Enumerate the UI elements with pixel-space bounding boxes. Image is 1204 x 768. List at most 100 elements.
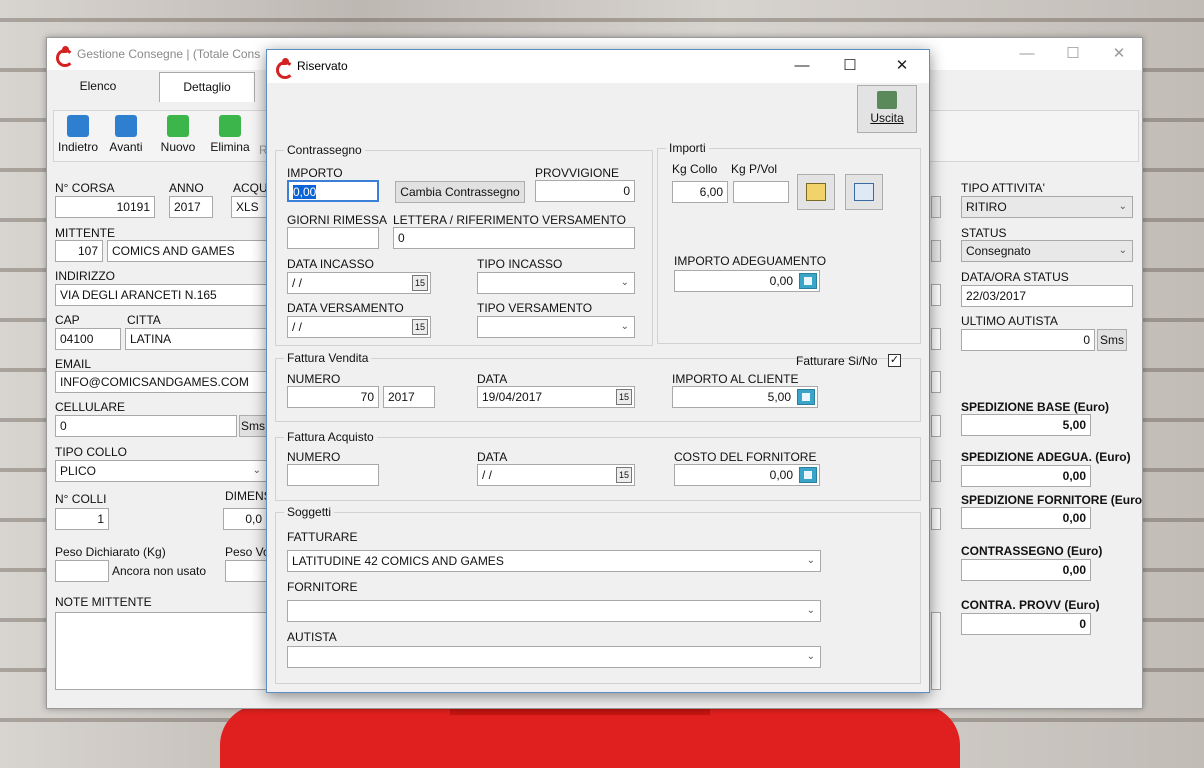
contrassegno-field[interactable]: 0,00 <box>961 559 1091 581</box>
spedizione-base-field[interactable]: 5,00 <box>961 414 1091 436</box>
tipo-collo-label: TIPO COLLO <box>55 445 128 459</box>
calendar-icon[interactable]: 15 <box>616 389 632 405</box>
data-incasso-field[interactable]: / /15 <box>287 272 431 294</box>
data-versamento-field[interactable]: / /15 <box>287 316 431 338</box>
tipo-incasso-select[interactable]: ⌄ <box>477 272 635 294</box>
importo-field[interactable]: 0,00 <box>287 180 379 202</box>
dialog-title: Riservato <box>297 59 348 73</box>
calendar-icon[interactable]: 15 <box>412 275 428 291</box>
dimens-field[interactable]: 0,0 <box>223 508 267 530</box>
spedizione-base-label: SPEDIZIONE BASE (Euro) <box>961 400 1110 414</box>
hidden-combo-edge[interactable] <box>931 196 941 218</box>
anno-field[interactable]: 2017 <box>169 196 213 218</box>
hidden-field-edge[interactable] <box>931 415 941 437</box>
fatturare-checkbox[interactable]: ✓ <box>888 354 901 367</box>
giorni-rimessa-field[interactable] <box>287 227 379 249</box>
maximize-icon[interactable]: ☐ <box>1050 38 1096 70</box>
fv-anno-field[interactable]: 2017 <box>383 386 435 408</box>
ultimo-autista-field[interactable]: 0 <box>961 329 1095 351</box>
data-ora-status-field[interactable]: 22/03/2017 <box>961 285 1133 307</box>
close-icon[interactable]: ✕ <box>1096 38 1142 70</box>
hidden-field-edge[interactable] <box>931 371 941 393</box>
maximize-icon[interactable]: ☐ <box>827 50 873 82</box>
status-select[interactable]: Consegnato ⌄ <box>961 240 1133 262</box>
avanti-button[interactable]: Avanti <box>106 115 146 154</box>
fa-data-label: DATA <box>477 450 508 464</box>
n-colli-field[interactable]: 1 <box>55 508 109 530</box>
spedizione-adeguamento-field[interactable]: 0,00 <box>961 465 1091 487</box>
spedizione-fornitore-field[interactable]: 0,00 <box>961 507 1091 529</box>
calculator-icon[interactable] <box>799 273 817 289</box>
lettera-riferimento-field[interactable]: 0 <box>393 227 635 249</box>
calculator-icon[interactable] <box>797 389 815 405</box>
citta-label: CITTA <box>127 313 161 327</box>
n-corsa-field[interactable]: 10191 <box>55 196 155 218</box>
cellulare-field[interactable]: 0 <box>55 415 237 437</box>
note-mittente-textarea[interactable] <box>55 612 267 690</box>
hidden-field-edge[interactable] <box>931 508 941 530</box>
elimina-button[interactable]: Elimina <box>210 115 250 154</box>
fatturare-select[interactable]: LATITUDINE 42 COMICS AND GAMES ⌄ <box>287 550 821 572</box>
n-colli-label: N° COLLI <box>55 492 107 506</box>
indirizzo-field[interactable]: VIA DEGLI ARANCETI N.165 <box>55 284 267 306</box>
peso-vol-field[interactable] <box>225 560 267 582</box>
data-incasso-label: DATA INCASSO <box>287 257 374 271</box>
hidden-combo-edge[interactable] <box>931 240 941 262</box>
sms-autista-button[interactable]: Sms <box>1097 329 1127 351</box>
importo-adeguamento-field[interactable]: 0,00 <box>674 270 820 292</box>
cambia-contrassegno-button[interactable]: Cambia Contrassegno <box>395 181 525 203</box>
mittente-label: MITTENTE <box>55 226 115 240</box>
calculator-icon[interactable] <box>799 467 817 483</box>
autista-select[interactable]: ⌄ <box>287 646 821 668</box>
contra-provv-field[interactable]: 0 <box>961 613 1091 635</box>
provvigione-label: PROVVIGIONE <box>535 166 620 180</box>
kg-collo-field[interactable]: 6,00 <box>672 181 728 203</box>
uscita-button[interactable]: Uscita <box>857 85 917 133</box>
minus-icon <box>219 115 241 137</box>
peso-dichiarato-field[interactable] <box>55 560 109 582</box>
indietro-button[interactable]: Indietro <box>56 115 100 154</box>
app-logo-icon <box>275 58 294 79</box>
fv-data-field[interactable]: 19/04/2017 15 <box>477 386 635 408</box>
fa-data-field[interactable]: / /15 <box>477 464 635 486</box>
mittente-name-field[interactable]: COMICS AND GAMES <box>107 240 267 262</box>
nuovo-button[interactable]: Nuovo <box>160 115 196 154</box>
fornitore-select[interactable]: ⌄ <box>287 600 821 622</box>
close-icon[interactable]: ✕ <box>879 50 925 82</box>
costo-fornitore-field[interactable]: 0,00 <box>674 464 820 486</box>
kg-pvol-field[interactable] <box>733 181 789 203</box>
search-document-icon[interactable] <box>845 174 883 210</box>
provvigione-field[interactable]: 0 <box>535 180 635 202</box>
edit-calculator-icon[interactable] <box>797 174 835 210</box>
hidden-field-edge[interactable] <box>931 284 941 306</box>
app-logo-icon <box>55 46 74 67</box>
hidden-textarea-edge[interactable] <box>931 612 941 690</box>
chevron-down-icon: ⌄ <box>252 465 261 476</box>
tab-dettaglio[interactable]: Dettaglio <box>159 72 255 102</box>
cellulare-label: CELLULARE <box>55 400 126 414</box>
calendar-icon[interactable]: 15 <box>412 319 428 335</box>
importo-cliente-field[interactable]: 5,00 <box>672 386 818 408</box>
soggetti-group-title: Soggetti <box>284 505 335 519</box>
citta-field[interactable]: LATINA <box>125 328 267 350</box>
email-field[interactable]: INFO@COMICSANDGAMES.COM <box>55 371 267 393</box>
email-label: EMAIL <box>55 357 92 371</box>
fa-numero-field[interactable] <box>287 464 379 486</box>
background-red-shirt <box>220 705 960 768</box>
forward-arrow-icon <box>115 115 137 137</box>
acqu-field[interactable]: XLS <box>231 196 267 218</box>
importo-adeguamento-label: IMPORTO ADEGUAMENTO <box>674 254 827 268</box>
hidden-combo-edge[interactable] <box>931 460 941 482</box>
tipo-attivita-select[interactable]: RITIRO ⌄ <box>961 196 1133 218</box>
tipo-versamento-select[interactable]: ⌄ <box>477 316 635 338</box>
minimize-icon[interactable]: — <box>779 50 825 82</box>
cap-field[interactable]: 04100 <box>55 328 121 350</box>
hidden-field-edge[interactable] <box>931 328 941 350</box>
tipo-collo-select[interactable]: PLICO ⌄ <box>55 460 267 482</box>
sms-cellulare-button[interactable]: Sms <box>239 415 267 437</box>
calendar-icon[interactable]: 15 <box>616 467 632 483</box>
mittente-code-field[interactable]: 107 <box>55 240 103 262</box>
fv-numero-field[interactable]: 70 <box>287 386 379 408</box>
minimize-icon[interactable]: — <box>1004 38 1050 70</box>
tab-elenco[interactable]: Elenco <box>55 72 141 102</box>
